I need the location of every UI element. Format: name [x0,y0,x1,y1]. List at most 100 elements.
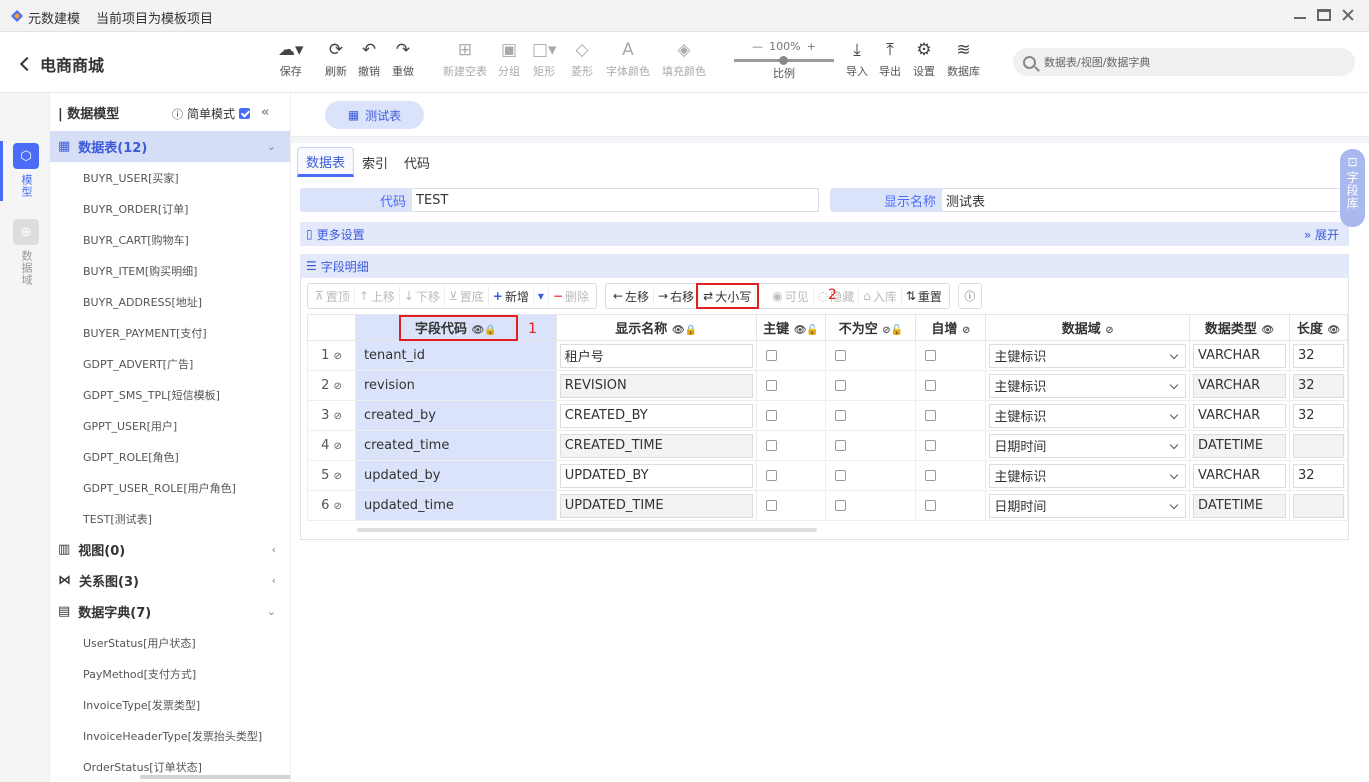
tree-section-views[interactable]: ▥ 视图(0) ‹ [50,534,290,565]
column-header-notnull[interactable]: 不为空 ⊘🔓 [825,314,917,341]
import-button[interactable]: ⤓ 导入 [846,40,868,79]
rail-item-domain[interactable]: ⊕ 数据域 [12,219,40,286]
display-name-cell[interactable]: 租户号 [555,340,757,371]
length-cell[interactable]: 32 [1288,370,1348,401]
tree-item-table[interactable]: BUYER_PAYMENT[支付] [50,317,290,348]
notnull-cell[interactable] [825,460,917,491]
table-row[interactable]: 2 ⊘ revision REVISION 主键标识 VARCHAR 32 [307,370,1348,401]
field-library-tab[interactable]: ⊡ 字段库 [1340,149,1365,227]
length-cell[interactable] [1288,490,1348,521]
tree-item-table[interactable]: TEST[测试表] [50,503,290,534]
autoinc-checkbox[interactable] [925,500,937,511]
domain-cell[interactable]: 日期时间 [985,490,1191,521]
type-cell[interactable]: VARCHAR [1189,340,1290,371]
tree-section-relations[interactable]: ⋈ 关系图(3) ‹ [50,565,290,596]
notnull-checkbox[interactable] [835,470,847,481]
length-cell[interactable]: 32 [1288,400,1348,431]
notnull-checkbox[interactable] [835,350,847,361]
field-code-cell[interactable]: revision [354,370,557,401]
zoom-slider[interactable] [734,56,834,65]
domain-select[interactable]: 主键标识 [989,343,1187,368]
display-name-cell[interactable]: CREATED_BY [555,400,757,431]
table-row[interactable]: 5 ⊘ updated_by UPDATED_BY 主键标识 VARCHAR 32 [307,460,1348,491]
type-cell[interactable]: VARCHAR [1189,370,1290,401]
pk-cell[interactable] [755,400,827,431]
pk-checkbox[interactable] [765,350,777,361]
autoinc-checkbox[interactable] [925,380,937,391]
case-button[interactable]: ⇄ 大小写 [696,283,760,309]
display-name-cell[interactable]: UPDATED_BY [555,460,757,491]
tree-item-dict[interactable]: PayMethod[支付方式] [50,658,290,689]
close-icon[interactable] [1341,9,1355,21]
length-cell[interactable]: 32 [1288,460,1348,491]
code-input[interactable]: TEST [412,188,819,212]
pk-checkbox[interactable] [765,440,777,451]
tree-item-table[interactable]: GDPT_ADVERT[广告] [50,348,290,379]
tab-index[interactable]: 索引 [354,147,396,177]
display-name-cell[interactable]: UPDATED_TIME [555,490,757,521]
autoinc-cell[interactable] [915,460,987,491]
refresh-button[interactable]: ⟳ 刷新 [325,40,347,79]
autoinc-checkbox[interactable] [925,410,937,421]
tree-item-table[interactable]: BUYR_ITEM[购买明细] [50,255,290,286]
tree-item-table[interactable]: GDPT_ROLE[角色] [50,441,290,472]
grid-horizontal-scrollbar[interactable] [357,528,817,532]
notnull-cell[interactable] [825,400,917,431]
zoom-control[interactable]: — 100% + 比例 [734,40,834,81]
redo-button[interactable]: ↷ 重做 [392,40,414,79]
domain-cell[interactable]: 主键标识 [985,340,1191,371]
autoinc-cell[interactable] [915,430,987,461]
add-dropdown-icon[interactable]: ▾ [534,286,549,306]
notnull-cell[interactable] [825,430,917,461]
font-color-button[interactable]: A 字体颜色 [606,40,650,79]
tab-code[interactable]: 代码 [396,147,438,177]
domain-cell[interactable]: 日期时间 [985,430,1191,461]
tab-test-table[interactable]: ▦ 测试表 [325,101,424,129]
delete-button[interactable]: − 删除 [549,286,593,306]
column-header-length[interactable]: 长度 👁 [1288,314,1348,341]
type-cell[interactable]: DATETIME [1189,490,1290,521]
minimize-icon[interactable] [1293,9,1307,21]
domain-select[interactable]: 主键标识 [989,463,1187,488]
up-button[interactable]: ↑ 上移 [355,286,400,306]
move-right-button[interactable]: → 右移 [654,286,700,306]
autoinc-cell[interactable] [915,340,987,371]
autoinc-checkbox[interactable] [925,470,937,481]
pk-checkbox[interactable] [765,500,777,511]
domain-cell[interactable]: 主键标识 [985,370,1191,401]
group-button[interactable]: ▣ 分组 [498,40,520,79]
display-name-cell[interactable]: REVISION [555,370,757,401]
autoinc-cell[interactable] [915,400,987,431]
database-button[interactable]: ≋ 数据库 [947,40,980,79]
type-cell[interactable]: DATETIME [1189,430,1290,461]
autoinc-checkbox[interactable] [925,350,937,361]
autoinc-checkbox[interactable] [925,440,937,451]
pk-checkbox[interactable] [765,470,777,481]
pk-cell[interactable] [755,370,827,401]
tree-section-dicts[interactable]: ▤ 数据字典(7) ⌄ [50,596,290,627]
pk-checkbox[interactable] [765,410,777,421]
table-row[interactable]: 3 ⊘ created_by CREATED_BY 主键标识 VARCHAR 32 [307,400,1348,431]
notnull-cell[interactable] [825,490,917,521]
maximize-icon[interactable] [1317,9,1331,21]
field-code-cell[interactable]: created_by [354,400,557,431]
info-icon[interactable]: ⓘ [957,283,982,309]
tree-horizontal-scrollbar[interactable] [140,775,290,779]
tree-item-table[interactable]: GPPT_USER[用户] [50,410,290,441]
tree-item-table[interactable]: GDPT_SMS_TPL[短信模板] [50,379,290,410]
domain-select[interactable]: 日期时间 [989,493,1187,518]
collapse-panel-icon[interactable]: « [261,105,269,120]
down-button[interactable]: ↓ 下移 [400,286,445,306]
tree-item-table[interactable]: GDPT_USER_ROLE[用户角色] [50,472,290,503]
pk-cell[interactable] [755,490,827,521]
expand-link[interactable]: » 展开 [1304,226,1339,243]
type-cell[interactable]: VARCHAR [1189,460,1290,491]
column-header-type[interactable]: 数据类型 👁 [1189,314,1290,341]
notnull-checkbox[interactable] [835,500,847,511]
simple-mode-toggle[interactable]: ⓘ 简单模式 [172,105,251,122]
reset-button[interactable]: ⇅ 重置 [902,286,946,306]
tree-item-table[interactable]: BUYR_ORDER[订单] [50,193,290,224]
fill-color-button[interactable]: ◈ 填充颜色 [662,40,706,79]
tree-item-dict[interactable]: InvoiceHeaderType[发票抬头类型] [50,720,290,751]
column-header-name[interactable]: 显示名称 👁🔒 [555,314,757,341]
